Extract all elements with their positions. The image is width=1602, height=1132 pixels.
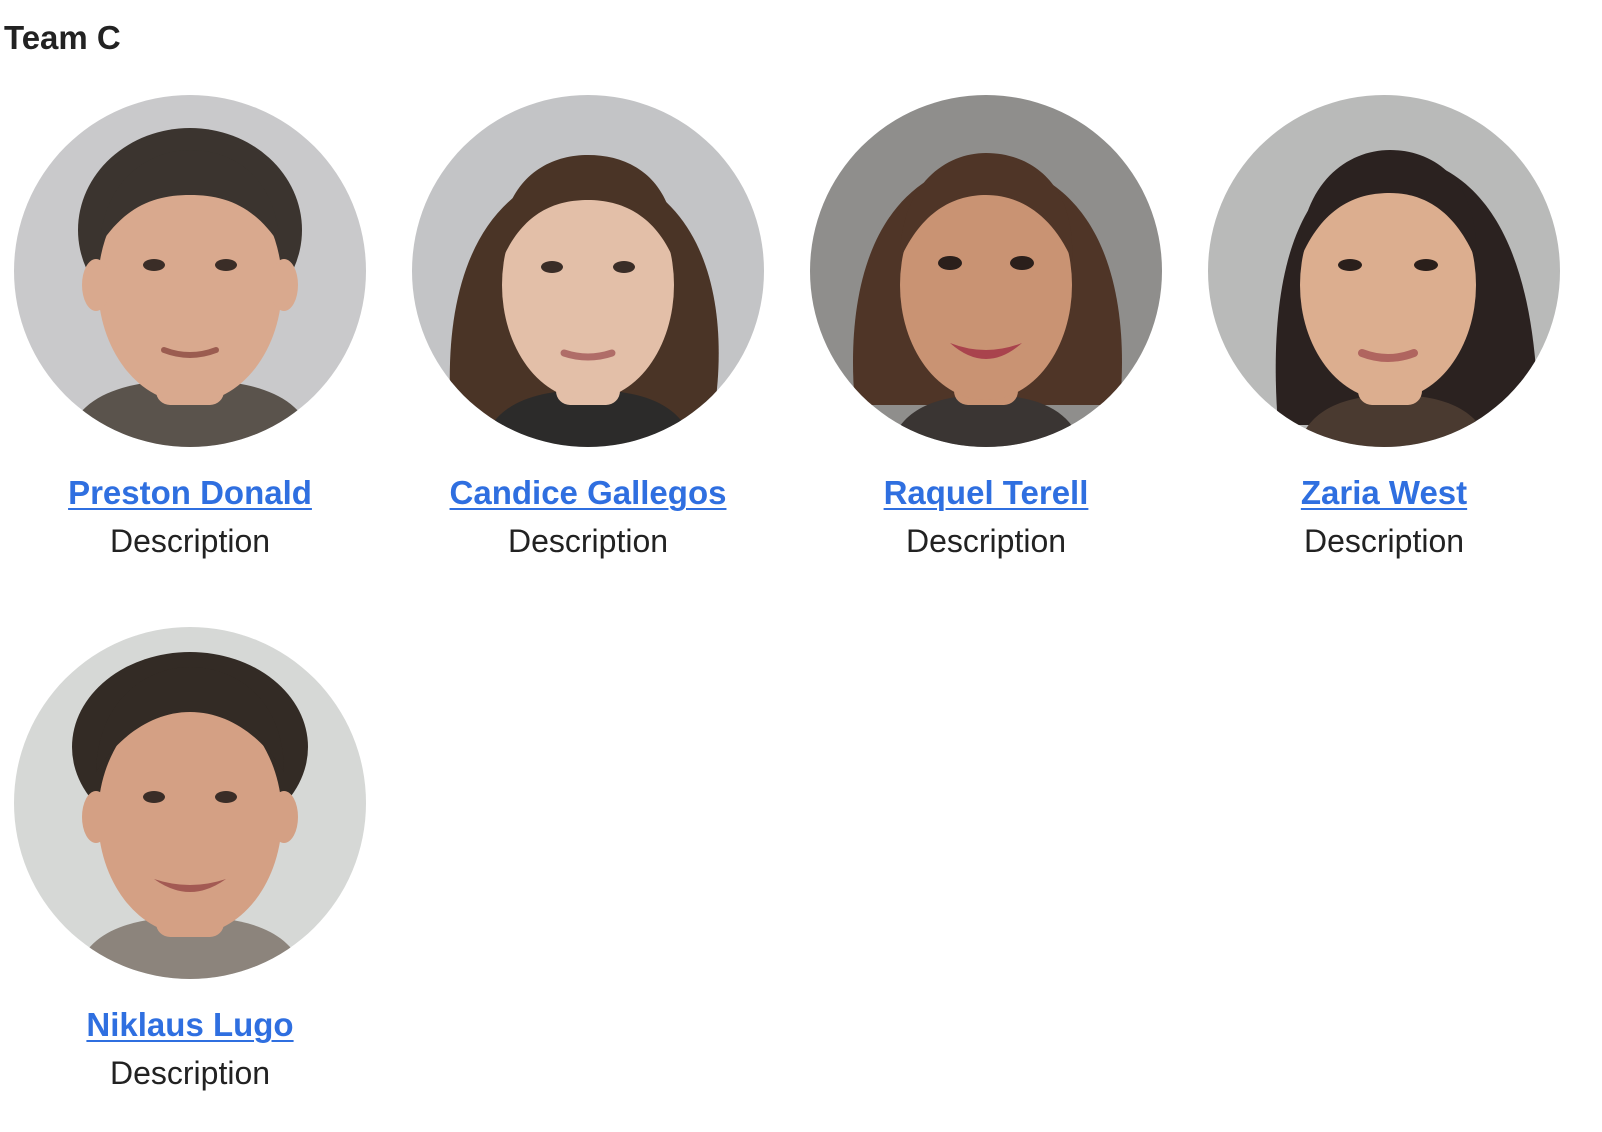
member-name-link[interactable]: Candice Gallegos xyxy=(450,473,727,513)
member-description: Description xyxy=(905,523,1067,559)
photo-ear-right xyxy=(270,259,298,311)
photo-eye-right xyxy=(613,261,635,273)
member-photo xyxy=(412,95,764,447)
member-description: Description xyxy=(109,523,271,559)
member-photo xyxy=(1208,95,1560,447)
portrait-image xyxy=(14,95,366,447)
photo-ear-right xyxy=(270,791,298,843)
photo-ear-left xyxy=(82,791,110,843)
photo-eye-right xyxy=(215,259,237,271)
photo-eye-left xyxy=(541,261,563,273)
member-description: Description xyxy=(1303,523,1465,559)
photo-eye-left xyxy=(1338,259,1362,271)
portrait-image xyxy=(412,95,764,447)
portrait-image xyxy=(810,95,1162,447)
member-card: Niklaus Lugo Description xyxy=(0,627,380,1093)
member-photo xyxy=(14,627,366,979)
member-card: Zaria West Description xyxy=(1194,95,1574,561)
member-description: Description xyxy=(507,523,669,559)
photo-eye-left xyxy=(938,256,962,270)
member-card: Candice Gallegos Description xyxy=(398,95,778,561)
member-photo xyxy=(810,95,1162,447)
member-card: Preston Donald Description xyxy=(0,95,380,561)
photo-eye-right xyxy=(215,791,237,803)
member-name-link[interactable]: Zaria West xyxy=(1301,473,1467,513)
portrait-image xyxy=(1208,95,1560,447)
member-description: Description xyxy=(109,1055,271,1091)
member-name-link[interactable]: Niklaus Lugo xyxy=(86,1005,293,1045)
photo-eye-right xyxy=(1010,256,1034,270)
photo-mouth xyxy=(560,349,616,361)
member-photo xyxy=(14,95,366,447)
member-card: Raquel Terell Description xyxy=(796,95,1176,561)
portrait-image xyxy=(14,627,366,979)
team-title: Team C xyxy=(4,19,121,56)
member-name-link[interactable]: Preston Donald xyxy=(68,473,312,513)
photo-ear-left xyxy=(82,259,110,311)
member-name-link[interactable]: Raquel Terell xyxy=(884,473,1089,513)
photo-eye-left xyxy=(143,259,165,271)
photo-eye-left xyxy=(143,791,165,803)
photo-eye-right xyxy=(1414,259,1438,271)
